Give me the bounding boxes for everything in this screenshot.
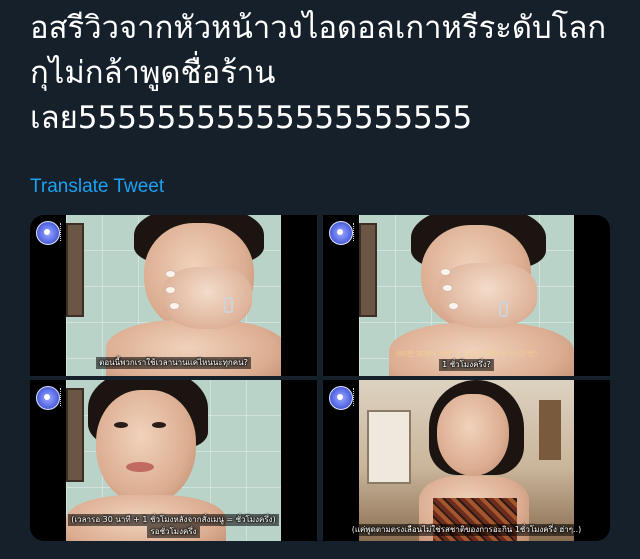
logo-caption bbox=[353, 388, 359, 406]
eye bbox=[152, 422, 166, 428]
logo-caption bbox=[60, 388, 66, 406]
video-subtitle: 1 ชั่วโมงครึ่ง? bbox=[323, 359, 610, 371]
ring bbox=[499, 301, 508, 317]
hand bbox=[437, 263, 537, 328]
photo-frame bbox=[66, 215, 281, 376]
fingernail bbox=[443, 285, 452, 291]
subtitle-text: ตอนนี้พวกเราใช้เวลานานแค่ไหนนะทุกคน? bbox=[96, 357, 251, 369]
faint-caption: (80분 30분+30분 = 1시간 30분 = 1시간 반) bbox=[395, 350, 538, 358]
fingernail bbox=[170, 303, 179, 309]
wall-picture bbox=[539, 400, 561, 460]
tweet-text-line: อสรีวิวจากหัวหน้าวงไอดอลเกาหรีระดับโลก bbox=[30, 10, 607, 46]
tweet-text: อสรีวิวจากหัวหน้าวงไอดอลเกาหรีระดับโลก ก… bbox=[30, 6, 630, 141]
hand bbox=[162, 267, 252, 329]
tweet-view: อสรีวิวจากหัวหน้าวงไอดอลเกาหรีระดับโลก ก… bbox=[0, 0, 640, 559]
translate-tweet-link[interactable]: Translate Tweet bbox=[30, 174, 164, 200]
video-subtitle: (แค่พูดตามตรงเลือนไม่ใช่รสชาติของการอะกิ… bbox=[323, 524, 610, 536]
eye bbox=[114, 422, 128, 428]
media-photo-4[interactable]: (แค่พูดตามตรงเลือนไม่ใช่รสชาติของการอะกิ… bbox=[323, 380, 610, 541]
subtitle-text: รอชั่วโมงครึ่ง bbox=[147, 526, 200, 538]
wall-picture bbox=[359, 223, 377, 317]
mouth bbox=[126, 462, 154, 472]
subtitle-text: (แค่พูดตามตรงเลือนไม่ใช่รสชาติของการอะกิ… bbox=[348, 524, 585, 536]
media-photo-3[interactable]: (เวลารอ 30 นาที + 1 ชั่วโมงหลังจากสั่งเม… bbox=[30, 380, 317, 541]
tweet-text-line: เลย55555555555555555555 bbox=[30, 100, 473, 136]
video-subtitle: ตอนนี้พวกเราใช้เวลานานแค่ไหนนะทุกคน? bbox=[30, 357, 317, 369]
fingernail bbox=[441, 269, 450, 275]
subtitle-text: 1 ชั่วโมงครึ่ง? bbox=[439, 359, 494, 371]
wall-picture bbox=[66, 223, 84, 317]
broadcast-logo-icon bbox=[36, 221, 60, 245]
logo-caption bbox=[60, 223, 66, 241]
media-grid: ตอนนี้พวกเราใช้เวลานานแค่ไหนนะทุกคน? (80… bbox=[30, 215, 610, 541]
video-subtitle: (เวลารอ 30 นาที + 1 ชั่วโมงหลังจากสั่งเม… bbox=[30, 514, 317, 538]
broadcast-logo-icon bbox=[329, 386, 353, 410]
logo-caption bbox=[353, 223, 359, 241]
fingernail bbox=[449, 303, 458, 309]
face bbox=[96, 390, 196, 505]
tweet-text-line: กุไม่กล้าพูดชื่อร้าน bbox=[30, 55, 276, 91]
media-photo-1[interactable]: ตอนนี้พวกเราใช้เวลานานแค่ไหนนะทุกคน? bbox=[30, 215, 317, 376]
broadcast-logo-icon bbox=[36, 386, 60, 410]
broadcast-logo-icon bbox=[329, 221, 353, 245]
fingernail bbox=[166, 271, 175, 277]
photo-frame bbox=[359, 380, 574, 541]
media-photo-2[interactable]: (80분 30분+30분 = 1시간 30분 = 1시간 반) 1 ชั่วโม… bbox=[323, 215, 610, 376]
ring bbox=[224, 297, 233, 313]
subtitle-text: (เวลารอ 30 นาที + 1 ชั่วโมงหลังจากสั่งเม… bbox=[68, 514, 279, 526]
wall-picture bbox=[66, 388, 84, 482]
face bbox=[437, 394, 509, 476]
window bbox=[367, 410, 411, 484]
fingernail bbox=[166, 287, 175, 293]
